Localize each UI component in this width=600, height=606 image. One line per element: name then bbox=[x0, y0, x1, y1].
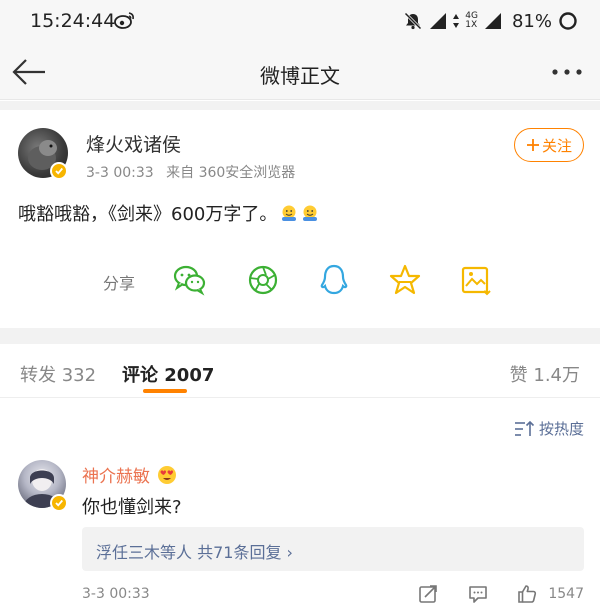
comment-actions: 3-3 00:33 1547 bbox=[0, 580, 600, 606]
more-options-icon[interactable] bbox=[550, 60, 584, 84]
status-time: 15:24:44 bbox=[30, 10, 116, 32]
share-label: 分享 bbox=[103, 274, 136, 293]
weibo-icon bbox=[114, 12, 134, 29]
signal-icon-2 bbox=[484, 13, 501, 29]
tab-comments[interactable]: 评论 2007 bbox=[122, 361, 214, 387]
post-time: 3-3 00:33 bbox=[86, 165, 154, 181]
comment-icon[interactable] bbox=[467, 583, 489, 605]
tab-reposts[interactable]: 转发 332 bbox=[20, 361, 96, 387]
section-divider-2 bbox=[0, 328, 600, 344]
sort-icon bbox=[514, 420, 535, 436]
follow-button[interactable]: 关注 bbox=[514, 128, 584, 162]
wechat-icon[interactable] bbox=[172, 262, 208, 298]
interaction-tabs: 转发 332 评论 2007 赞 1.4万 bbox=[0, 344, 600, 398]
comment-time: 3-3 00:33 bbox=[82, 586, 150, 602]
network-bottom-label: 1X bbox=[465, 20, 478, 30]
battery-ring-icon bbox=[559, 12, 577, 30]
section-divider bbox=[0, 101, 600, 110]
sort-button[interactable]: 按热度 bbox=[513, 418, 584, 439]
repost-icon[interactable] bbox=[417, 583, 439, 605]
follow-label: 关注 bbox=[541, 136, 572, 155]
author-name[interactable]: 烽火戏诸侯 bbox=[86, 130, 181, 157]
post-source: 来自 360安全浏览器 bbox=[166, 165, 296, 181]
share-row: 分享 bbox=[0, 258, 600, 302]
replies-link[interactable]: 浮任三木等人 共71条回复 › bbox=[82, 527, 584, 571]
commenter-name[interactable]: 神介赫敏 bbox=[82, 462, 150, 487]
signal-icon bbox=[430, 13, 447, 29]
commenter-verified-badge bbox=[50, 494, 68, 512]
sort-label: 按热度 bbox=[538, 420, 584, 438]
plus-icon bbox=[526, 139, 539, 151]
qzone-icon[interactable] bbox=[387, 262, 423, 298]
nav-bar: 微博正文 bbox=[0, 44, 600, 100]
status-bar: 15:24:44 4G 1X 81% bbox=[0, 0, 600, 44]
status-indicators: 4G 1X 81% bbox=[403, 9, 578, 33]
comment-text: 你也懂剑来? bbox=[82, 497, 182, 518]
post-meta: 3-3 00:33 来自 360安全浏览器 bbox=[86, 162, 295, 182]
post-text: 哦豁哦豁，《剑来》600万字了。 bbox=[18, 204, 278, 225]
like-icon[interactable] bbox=[516, 583, 538, 605]
data-arrows-icon bbox=[453, 14, 460, 28]
page-title: 微博正文 bbox=[260, 64, 340, 88]
battery-percent: 81% bbox=[511, 10, 552, 32]
save-image-icon[interactable] bbox=[458, 262, 494, 298]
verified-badge bbox=[50, 162, 68, 180]
moments-icon[interactable] bbox=[245, 262, 281, 298]
active-tab-indicator bbox=[143, 389, 187, 393]
mute-icon bbox=[404, 12, 422, 30]
like-count: 1547 bbox=[548, 586, 584, 602]
post-card: 烽火戏诸侯 3-3 00:33 来自 360安全浏览器 关注 哦豁哦豁，《剑来》… bbox=[0, 110, 600, 328]
commenter-name-row: 神介赫敏 bbox=[82, 462, 178, 487]
emoji-icon-2 bbox=[303, 205, 318, 221]
qq-icon[interactable] bbox=[316, 262, 352, 298]
network-type: 4G 1X bbox=[465, 12, 478, 30]
emoji-icon bbox=[282, 205, 297, 221]
post-content: 哦豁哦豁，《剑来》600万字了。 bbox=[18, 200, 319, 226]
heart-eyes-emoji-icon bbox=[158, 465, 176, 484]
tab-likes[interactable]: 赞 1.4万 bbox=[510, 361, 580, 387]
